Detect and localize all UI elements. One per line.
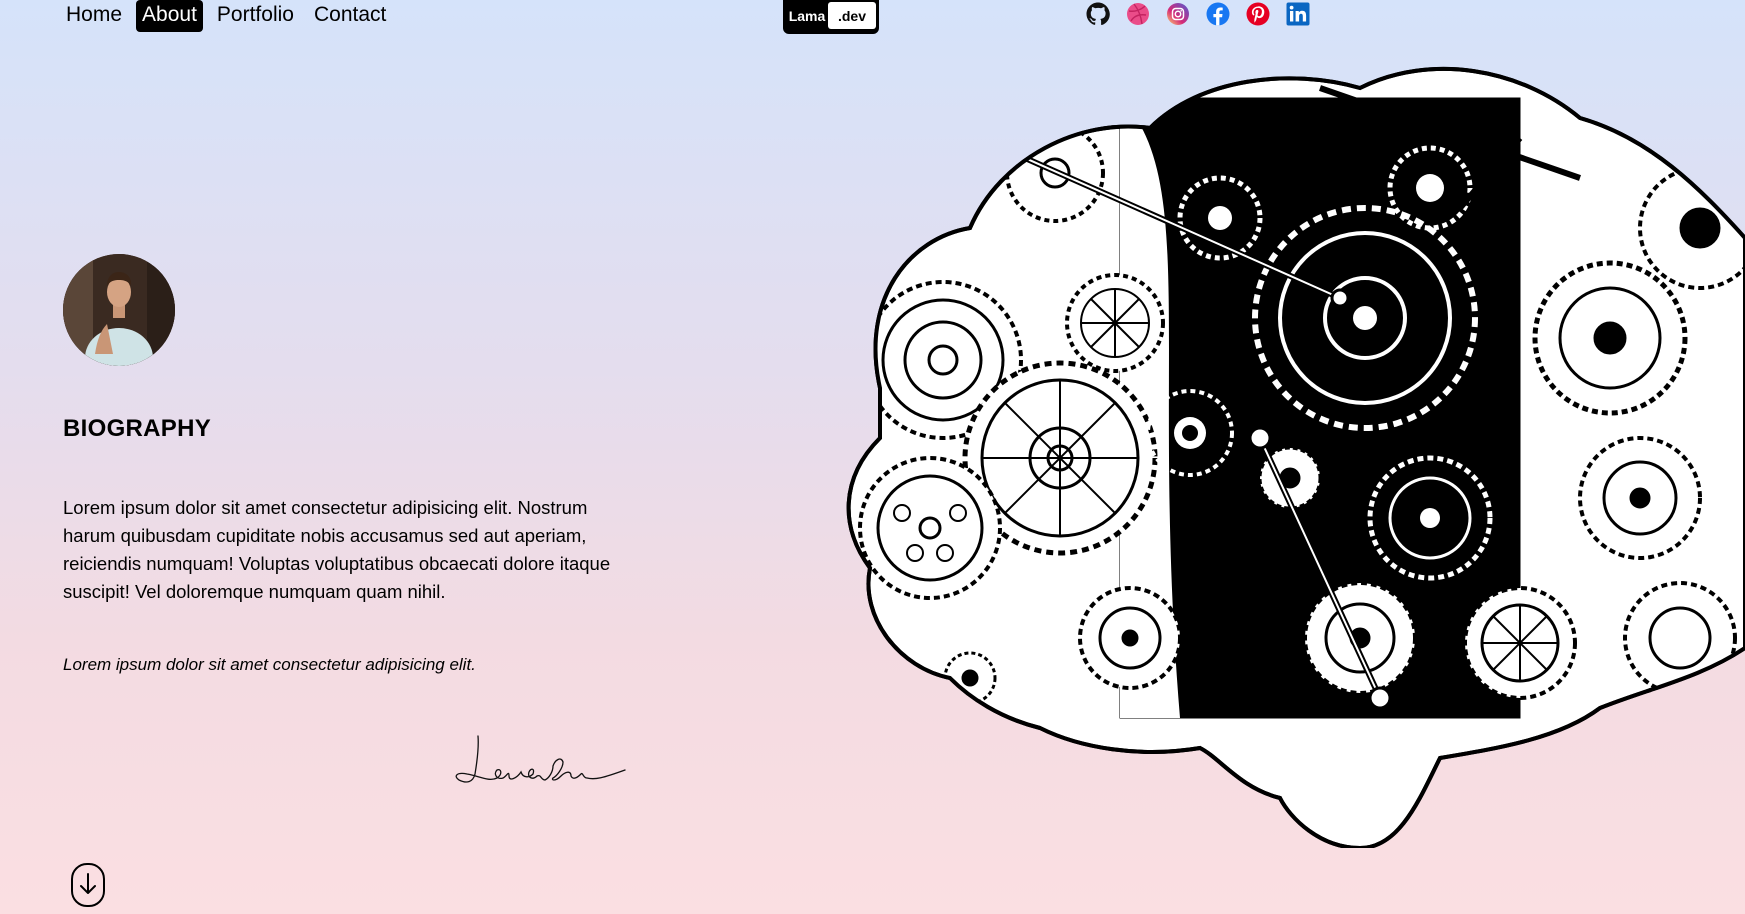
profile-avatar	[63, 254, 175, 366]
linkedin-icon[interactable]	[1286, 2, 1310, 26]
nav-link-portfolio[interactable]: Portfolio	[211, 0, 300, 32]
top-navbar: Home About Portfolio Contact Lama .dev	[0, 0, 1745, 34]
dribbble-icon[interactable]	[1126, 2, 1150, 26]
scroll-down-icon[interactable]	[70, 862, 106, 908]
nav-link-contact[interactable]: Contact	[308, 0, 392, 32]
facebook-icon[interactable]	[1206, 2, 1230, 26]
gear-brain-illustration	[846, 66, 1745, 848]
nav-link-about[interactable]: About	[136, 0, 203, 32]
biography-text: Lorem ipsum dolor sit amet consectetur a…	[63, 497, 611, 602]
signature	[455, 735, 626, 783]
github-icon[interactable]	[1086, 2, 1110, 26]
biography-quote: Lorem ipsum dolor sit amet consectetur a…	[63, 655, 476, 674]
biography-heading: BIOGRAPHY	[63, 415, 212, 442]
site-logo[interactable]: Lama .dev	[783, 0, 879, 34]
logo-lama-text: Lama	[788, 7, 826, 24]
pinterest-icon[interactable]	[1246, 2, 1270, 26]
instagram-icon[interactable]	[1166, 2, 1190, 26]
logo-dev-text: .dev	[828, 2, 876, 29]
social-links	[1086, 2, 1310, 26]
nav-link-home[interactable]: Home	[60, 0, 128, 32]
nav-links: Home About Portfolio Contact	[60, 0, 392, 32]
